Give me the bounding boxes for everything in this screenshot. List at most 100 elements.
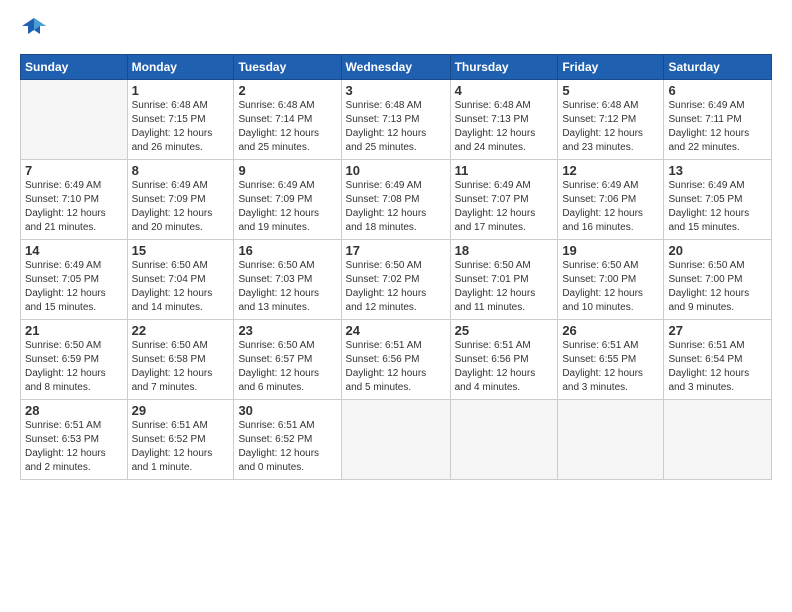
day-number: 18 (455, 243, 554, 258)
calendar-cell: 21Sunrise: 6:50 AM Sunset: 6:59 PM Dayli… (21, 320, 128, 400)
col-header-monday: Monday (127, 55, 234, 80)
day-number: 20 (668, 243, 767, 258)
day-info: Sunrise: 6:49 AM Sunset: 7:07 PM Dayligh… (455, 179, 554, 235)
day-info: Sunrise: 6:51 AM Sunset: 6:52 PM Dayligh… (238, 419, 336, 475)
day-info: Sunrise: 6:51 AM Sunset: 6:55 PM Dayligh… (562, 339, 659, 395)
day-info: Sunrise: 6:50 AM Sunset: 7:00 PM Dayligh… (562, 259, 659, 315)
day-number: 22 (132, 323, 230, 338)
calendar-cell: 26Sunrise: 6:51 AM Sunset: 6:55 PM Dayli… (558, 320, 664, 400)
week-row-2: 7Sunrise: 6:49 AM Sunset: 7:10 PM Daylig… (21, 160, 772, 240)
calendar-cell: 1Sunrise: 6:48 AM Sunset: 7:15 PM Daylig… (127, 80, 234, 160)
day-info: Sunrise: 6:50 AM Sunset: 6:57 PM Dayligh… (238, 339, 336, 395)
col-header-tuesday: Tuesday (234, 55, 341, 80)
calendar-cell: 13Sunrise: 6:49 AM Sunset: 7:05 PM Dayli… (664, 160, 772, 240)
day-number: 1 (132, 83, 230, 98)
day-number: 2 (238, 83, 336, 98)
day-info: Sunrise: 6:49 AM Sunset: 7:06 PM Dayligh… (562, 179, 659, 235)
day-number: 8 (132, 163, 230, 178)
day-number: 7 (25, 163, 123, 178)
calendar-cell: 18Sunrise: 6:50 AM Sunset: 7:01 PM Dayli… (450, 240, 558, 320)
day-info: Sunrise: 6:49 AM Sunset: 7:05 PM Dayligh… (25, 259, 123, 315)
calendar-cell: 17Sunrise: 6:50 AM Sunset: 7:02 PM Dayli… (341, 240, 450, 320)
day-number: 25 (455, 323, 554, 338)
logo (20, 16, 52, 44)
logo-icon (20, 16, 48, 44)
day-info: Sunrise: 6:51 AM Sunset: 6:54 PM Dayligh… (668, 339, 767, 395)
day-number: 28 (25, 403, 123, 418)
day-info: Sunrise: 6:48 AM Sunset: 7:13 PM Dayligh… (455, 99, 554, 155)
day-info: Sunrise: 6:49 AM Sunset: 7:05 PM Dayligh… (668, 179, 767, 235)
col-header-wednesday: Wednesday (341, 55, 450, 80)
day-number: 14 (25, 243, 123, 258)
day-number: 29 (132, 403, 230, 418)
day-info: Sunrise: 6:49 AM Sunset: 7:09 PM Dayligh… (238, 179, 336, 235)
calendar-cell: 16Sunrise: 6:50 AM Sunset: 7:03 PM Dayli… (234, 240, 341, 320)
day-info: Sunrise: 6:48 AM Sunset: 7:13 PM Dayligh… (346, 99, 446, 155)
calendar-cell: 3Sunrise: 6:48 AM Sunset: 7:13 PM Daylig… (341, 80, 450, 160)
day-info: Sunrise: 6:51 AM Sunset: 6:52 PM Dayligh… (132, 419, 230, 475)
day-number: 10 (346, 163, 446, 178)
day-info: Sunrise: 6:49 AM Sunset: 7:11 PM Dayligh… (668, 99, 767, 155)
calendar-cell: 15Sunrise: 6:50 AM Sunset: 7:04 PM Dayli… (127, 240, 234, 320)
calendar-cell: 2Sunrise: 6:48 AM Sunset: 7:14 PM Daylig… (234, 80, 341, 160)
col-header-sunday: Sunday (21, 55, 128, 80)
day-number: 9 (238, 163, 336, 178)
calendar-cell: 7Sunrise: 6:49 AM Sunset: 7:10 PM Daylig… (21, 160, 128, 240)
calendar-cell: 6Sunrise: 6:49 AM Sunset: 7:11 PM Daylig… (664, 80, 772, 160)
week-row-4: 21Sunrise: 6:50 AM Sunset: 6:59 PM Dayli… (21, 320, 772, 400)
week-row-5: 28Sunrise: 6:51 AM Sunset: 6:53 PM Dayli… (21, 400, 772, 480)
calendar-cell: 30Sunrise: 6:51 AM Sunset: 6:52 PM Dayli… (234, 400, 341, 480)
day-info: Sunrise: 6:50 AM Sunset: 7:04 PM Dayligh… (132, 259, 230, 315)
calendar-cell: 19Sunrise: 6:50 AM Sunset: 7:00 PM Dayli… (558, 240, 664, 320)
week-row-1: 1Sunrise: 6:48 AM Sunset: 7:15 PM Daylig… (21, 80, 772, 160)
col-header-saturday: Saturday (664, 55, 772, 80)
day-number: 3 (346, 83, 446, 98)
day-info: Sunrise: 6:50 AM Sunset: 7:02 PM Dayligh… (346, 259, 446, 315)
day-info: Sunrise: 6:50 AM Sunset: 6:59 PM Dayligh… (25, 339, 123, 395)
day-info: Sunrise: 6:49 AM Sunset: 7:10 PM Dayligh… (25, 179, 123, 235)
day-number: 5 (562, 83, 659, 98)
day-number: 15 (132, 243, 230, 258)
day-number: 17 (346, 243, 446, 258)
day-info: Sunrise: 6:51 AM Sunset: 6:56 PM Dayligh… (455, 339, 554, 395)
day-info: Sunrise: 6:51 AM Sunset: 6:53 PM Dayligh… (25, 419, 123, 475)
calendar-cell: 9Sunrise: 6:49 AM Sunset: 7:09 PM Daylig… (234, 160, 341, 240)
day-info: Sunrise: 6:49 AM Sunset: 7:08 PM Dayligh… (346, 179, 446, 235)
day-info: Sunrise: 6:50 AM Sunset: 6:58 PM Dayligh… (132, 339, 230, 395)
calendar-cell: 22Sunrise: 6:50 AM Sunset: 6:58 PM Dayli… (127, 320, 234, 400)
calendar-cell (21, 80, 128, 160)
day-number: 27 (668, 323, 767, 338)
calendar-cell: 4Sunrise: 6:48 AM Sunset: 7:13 PM Daylig… (450, 80, 558, 160)
calendar-cell: 10Sunrise: 6:49 AM Sunset: 7:08 PM Dayli… (341, 160, 450, 240)
day-number: 16 (238, 243, 336, 258)
week-row-3: 14Sunrise: 6:49 AM Sunset: 7:05 PM Dayli… (21, 240, 772, 320)
day-number: 6 (668, 83, 767, 98)
calendar-cell (341, 400, 450, 480)
day-number: 19 (562, 243, 659, 258)
day-info: Sunrise: 6:51 AM Sunset: 6:56 PM Dayligh… (346, 339, 446, 395)
day-info: Sunrise: 6:50 AM Sunset: 7:01 PM Dayligh… (455, 259, 554, 315)
calendar-cell: 24Sunrise: 6:51 AM Sunset: 6:56 PM Dayli… (341, 320, 450, 400)
calendar-table: SundayMondayTuesdayWednesdayThursdayFrid… (20, 54, 772, 480)
calendar-cell: 8Sunrise: 6:49 AM Sunset: 7:09 PM Daylig… (127, 160, 234, 240)
calendar-cell (664, 400, 772, 480)
day-number: 24 (346, 323, 446, 338)
header (20, 16, 772, 44)
day-info: Sunrise: 6:48 AM Sunset: 7:12 PM Dayligh… (562, 99, 659, 155)
calendar-cell: 14Sunrise: 6:49 AM Sunset: 7:05 PM Dayli… (21, 240, 128, 320)
calendar-cell: 25Sunrise: 6:51 AM Sunset: 6:56 PM Dayli… (450, 320, 558, 400)
calendar-cell: 23Sunrise: 6:50 AM Sunset: 6:57 PM Dayli… (234, 320, 341, 400)
day-number: 4 (455, 83, 554, 98)
day-info: Sunrise: 6:50 AM Sunset: 7:00 PM Dayligh… (668, 259, 767, 315)
col-header-thursday: Thursday (450, 55, 558, 80)
calendar-cell: 5Sunrise: 6:48 AM Sunset: 7:12 PM Daylig… (558, 80, 664, 160)
calendar-cell: 28Sunrise: 6:51 AM Sunset: 6:53 PM Dayli… (21, 400, 128, 480)
calendar-cell: 20Sunrise: 6:50 AM Sunset: 7:00 PM Dayli… (664, 240, 772, 320)
day-number: 21 (25, 323, 123, 338)
day-number: 23 (238, 323, 336, 338)
day-number: 12 (562, 163, 659, 178)
calendar-cell (558, 400, 664, 480)
page: SundayMondayTuesdayWednesdayThursdayFrid… (0, 0, 792, 612)
calendar-cell: 12Sunrise: 6:49 AM Sunset: 7:06 PM Dayli… (558, 160, 664, 240)
calendar-cell: 29Sunrise: 6:51 AM Sunset: 6:52 PM Dayli… (127, 400, 234, 480)
